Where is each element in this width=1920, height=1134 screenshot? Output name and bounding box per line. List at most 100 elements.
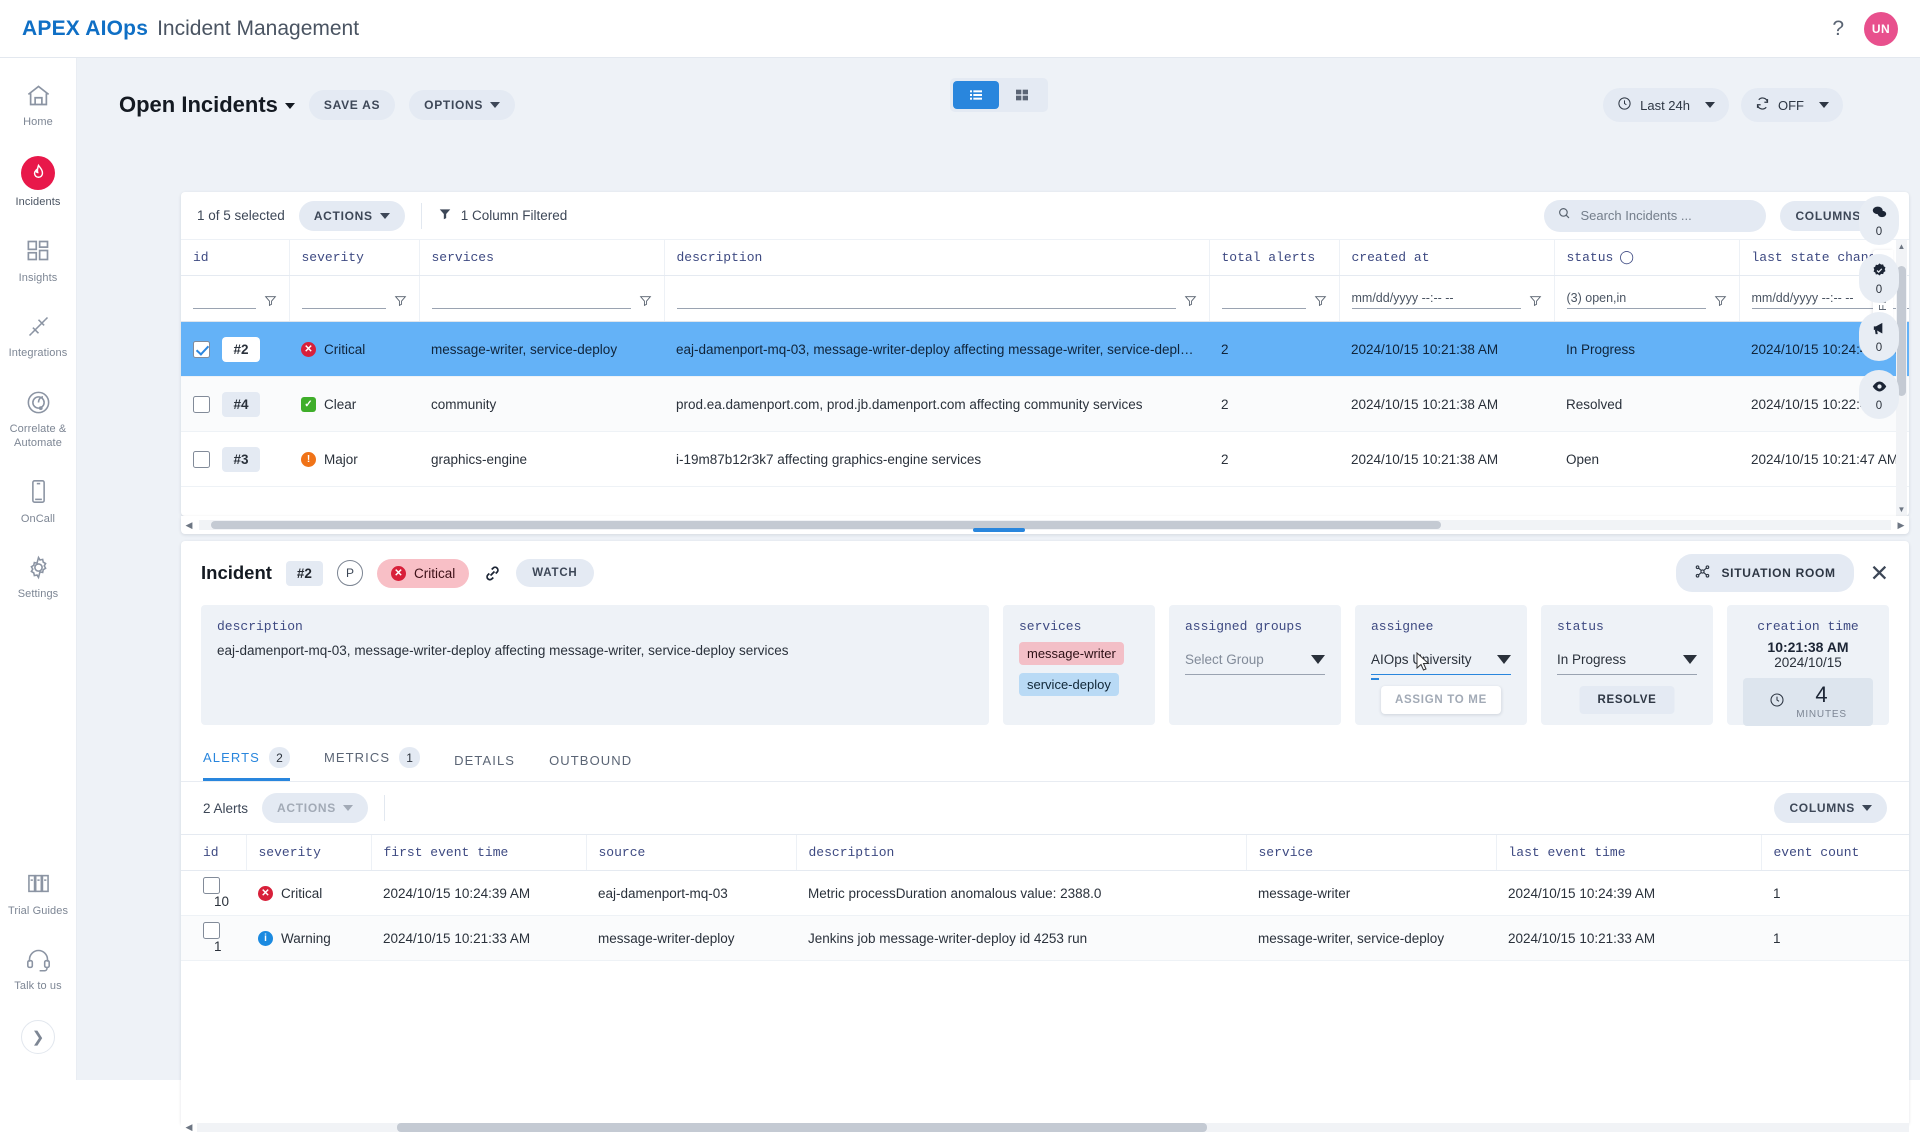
sidebar-item-talk-to-us[interactable]: Talk to us: [0, 944, 77, 994]
scrollbar-thumb[interactable]: [211, 521, 1441, 529]
filter-input-services[interactable]: [431, 288, 631, 309]
sidebar-item-oncall[interactable]: OnCall: [0, 477, 77, 527]
table-row[interactable]: #3 ! Major graphics-engine i-19m87b12r3k7…: [181, 431, 1909, 487]
avatar[interactable]: UN: [1864, 11, 1898, 46]
list-view-icon[interactable]: [952, 81, 999, 109]
funnel-icon[interactable]: [264, 294, 277, 307]
watch-button[interactable]: WATCH: [516, 559, 594, 587]
close-icon[interactable]: ✕: [1870, 561, 1889, 585]
scrollbar-thumb[interactable]: [397, 1122, 1207, 1132]
verified-badge[interactable]: 0: [1859, 254, 1899, 303]
grid-view-icon[interactable]: [999, 81, 1045, 109]
funnel-icon[interactable]: [1314, 294, 1327, 307]
sidebar-item-integrations[interactable]: Integrations: [0, 311, 77, 361]
resolve-button[interactable]: RESOLVE: [1579, 686, 1675, 714]
status-select[interactable]: In Progress: [1557, 652, 1697, 675]
col-header-services[interactable]: services: [418, 240, 664, 276]
alerts-actions-button[interactable]: ACTIONS: [262, 793, 368, 823]
row-checkbox[interactable]: [193, 451, 210, 469]
save-as-button[interactable]: SAVE AS: [308, 90, 396, 120]
column-filter-indicator[interactable]: 1 Column Filtered: [438, 207, 567, 224]
alert-col-header-first-event-time[interactable]: first event time: [370, 834, 586, 871]
search-incidents-box[interactable]: [1544, 199, 1767, 232]
tab-details[interactable]: DETAILS: [454, 753, 515, 781]
list-item[interactable]: 10 ✕ Critical 2024/10/15 10:24:39 AM eaj-…: [181, 870, 1909, 916]
time-range-selector[interactable]: Last 24h: [1603, 88, 1729, 122]
row-checkbox[interactable]: [193, 341, 210, 359]
scrollbar-track[interactable]: [197, 1122, 1909, 1132]
assigned-groups-select[interactable]: Select Group: [1185, 652, 1325, 675]
scroll-right-arrow[interactable]: ▶: [1893, 520, 1909, 531]
alert-col-header-last-event-time[interactable]: last event time: [1495, 834, 1761, 871]
page-title-text: Open Incidents: [119, 92, 278, 117]
col-header-description[interactable]: description: [663, 240, 1209, 276]
sidebar-item-insights[interactable]: Insights: [0, 236, 77, 286]
chevron-right-icon[interactable]: ❯: [21, 1020, 55, 1054]
megaphone-badge[interactable]: 0: [1859, 312, 1899, 361]
funnel-icon[interactable]: [1714, 294, 1727, 307]
scroll-down-arrow[interactable]: ▼: [1896, 503, 1907, 516]
link-icon[interactable]: [483, 564, 502, 583]
panel-resize-handle[interactable]: [972, 528, 1025, 532]
service-tag[interactable]: message-writer: [1019, 642, 1124, 665]
watchers-badge[interactable]: 0: [1859, 370, 1899, 419]
question-mark-icon[interactable]: ?: [1832, 17, 1844, 41]
filter-input-total-alerts[interactable]: [1221, 288, 1306, 309]
funnel-icon[interactable]: [639, 294, 652, 307]
filter-input-severity[interactable]: [301, 288, 386, 309]
sidebar-item-incidents[interactable]: Incidents: [0, 155, 77, 210]
funnel-icon[interactable]: [1529, 294, 1542, 307]
table-row[interactable]: #2 ✕ Critical message-writer, service-dep…: [181, 321, 1909, 377]
situation-room-button[interactable]: SITUATION ROOM: [1676, 554, 1854, 592]
alert-col-header-description[interactable]: description: [795, 834, 1246, 871]
alert-col-header-service[interactable]: service: [1245, 834, 1496, 871]
search-input[interactable]: [1580, 208, 1754, 223]
sidebar-item-settings[interactable]: Settings: [0, 552, 77, 602]
alerts-columns-button[interactable]: COLUMNS: [1774, 793, 1887, 823]
filter-input-created-at[interactable]: [1351, 288, 1521, 309]
alert-col-header-id[interactable]: id: [181, 834, 246, 871]
list-item[interactable]: 1 i Warning 2024/10/15 10:21:33 AM messag…: [181, 915, 1909, 961]
scroll-left-arrow[interactable]: ◀: [181, 520, 197, 531]
alert-row-checkbox[interactable]: [203, 922, 220, 939]
assign-to-me-button[interactable]: ASSIGN TO ME: [1381, 686, 1501, 714]
scrollbar-track[interactable]: [199, 520, 1891, 530]
col-header-total-alerts[interactable]: total alerts: [1208, 240, 1339, 276]
priority-badge[interactable]: P: [336, 560, 363, 586]
total-alerts-cell: 2: [1221, 396, 1229, 412]
sidebar-item-home[interactable]: Home: [0, 80, 77, 130]
tab-metrics[interactable]: METRICS 1: [324, 747, 421, 781]
alert-col-header-source[interactable]: source: [585, 834, 796, 871]
filter-input-id[interactable]: [193, 288, 256, 309]
col-header-status[interactable]: status ◯: [1553, 240, 1739, 276]
col-header-severity[interactable]: severity: [288, 240, 419, 276]
comments-badge[interactable]: 0: [1859, 196, 1899, 245]
page-title[interactable]: Open Incidents: [119, 92, 295, 118]
detail-tabs: ALERTS 2 METRICS 1 DETAILS OUTBOUND: [181, 747, 1909, 782]
sidebar-item-trial-guides[interactable]: Trial Guides: [0, 869, 77, 919]
col-header-created-at[interactable]: created at: [1338, 240, 1554, 276]
page-horizontal-scrollbar[interactable]: ◀: [181, 1120, 1909, 1134]
row-checkbox[interactable]: [193, 396, 210, 414]
verified-icon: [1871, 262, 1888, 282]
col-header-id[interactable]: id: [181, 240, 289, 276]
auto-refresh-control[interactable]: OFF: [1741, 88, 1843, 122]
incidents-actions-button[interactable]: ACTIONS: [298, 200, 405, 231]
sidebar-item-correlate-automate[interactable]: Correlate & Automate: [0, 387, 77, 451]
funnel-icon[interactable]: [1184, 294, 1197, 307]
alert-col-header-event-count[interactable]: event count: [1760, 834, 1909, 871]
alert-col-header-severity[interactable]: severity: [245, 834, 371, 871]
alert-row-checkbox[interactable]: [203, 877, 220, 894]
funnel-icon[interactable]: [394, 294, 407, 307]
service-tag[interactable]: service-deploy: [1019, 673, 1119, 696]
options-button[interactable]: OPTIONS: [409, 90, 516, 120]
tab-alerts[interactable]: ALERTS 2: [203, 747, 290, 781]
tab-outbound[interactable]: OUTBOUND: [549, 753, 632, 781]
filter-input-status[interactable]: [1566, 288, 1706, 309]
assignee-select[interactable]: AIOps University: [1371, 652, 1511, 675]
severity-badge[interactable]: ✕ Critical: [376, 558, 470, 588]
scroll-left-arrow[interactable]: ◀: [181, 1122, 197, 1133]
incidents-horizontal-scrollbar[interactable]: ◀ ▶: [181, 516, 1909, 534]
filter-input-description[interactable]: [676, 288, 1176, 309]
table-row[interactable]: #4 ✓ Clear community prod.ea.damenport.co…: [181, 376, 1909, 432]
